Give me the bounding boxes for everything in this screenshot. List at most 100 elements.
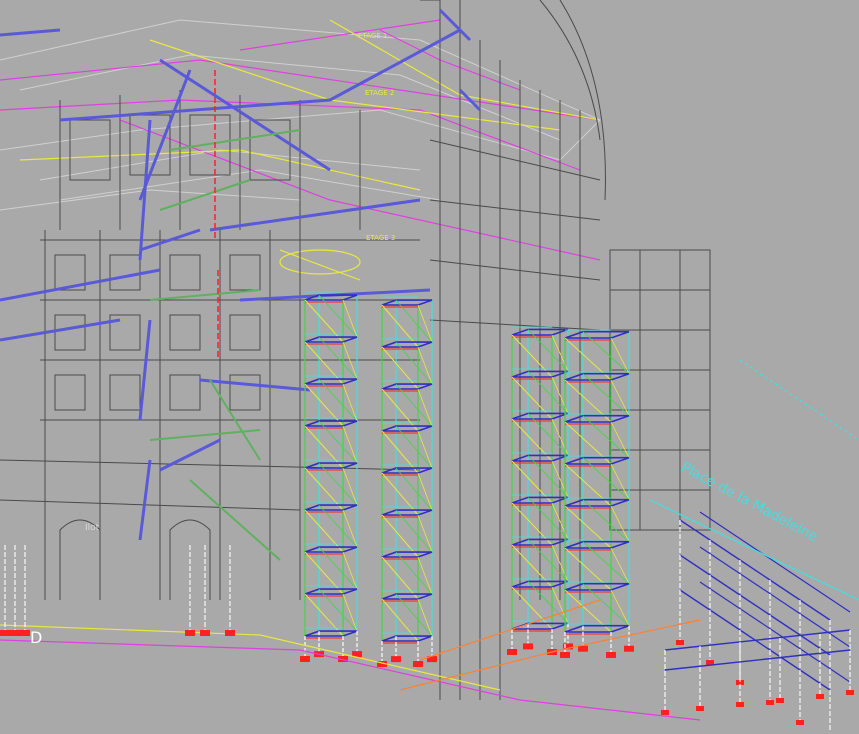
tower-b-deck <box>381 341 433 348</box>
tower-a-brace <box>318 420 358 464</box>
tower-a-brace <box>342 341 358 380</box>
tower-a-brace <box>342 593 358 632</box>
tower-a-brace <box>304 593 344 637</box>
tower-b-brace <box>417 304 433 343</box>
tower-b-base-plate <box>413 661 423 667</box>
red-guide <box>214 70 219 360</box>
corner-base-plate <box>796 720 804 725</box>
tower-d-brace <box>610 589 630 626</box>
left-base-plate <box>225 630 235 636</box>
tower-a-deck <box>304 630 358 637</box>
tower-d-base-plate <box>624 645 634 652</box>
steel-frame-blue <box>0 8 482 541</box>
corner-front-deck <box>664 649 851 671</box>
tower-d-deck <box>564 372 630 381</box>
tower-a-brace <box>304 509 344 553</box>
tower-a-brace <box>318 546 358 590</box>
tower-b-deck <box>381 551 433 558</box>
tower-b-brace <box>395 467 433 511</box>
tower-d-deck <box>564 330 630 339</box>
tower-a-deck <box>304 462 358 469</box>
tower-a-brace <box>304 467 344 511</box>
tower-b-brace <box>417 388 433 427</box>
tower-d-brace <box>610 421 630 458</box>
tower-b-base-plate <box>391 656 401 663</box>
tower-b-brace <box>381 430 419 474</box>
facade-label: Ilot <box>85 523 100 533</box>
tower-b-brace <box>417 430 433 469</box>
tower-b-brace <box>417 556 433 595</box>
tower-d-brace <box>610 463 630 500</box>
tower-d-base-plate <box>606 652 616 658</box>
tower-a-brace <box>342 509 358 548</box>
tower-a-brace <box>318 378 358 422</box>
adjacent-building <box>609 249 711 531</box>
tower-b-deck <box>381 383 433 390</box>
corner-scaffold <box>661 511 854 734</box>
tower-b-brace <box>381 556 419 600</box>
tower-d-brace <box>610 337 630 374</box>
tower-d-brace <box>610 505 630 542</box>
tower-a-brace <box>318 588 358 632</box>
tower-b-brace <box>395 593 433 637</box>
tower-b-brace <box>395 425 433 469</box>
tower-a-brace <box>304 425 344 469</box>
tower-b-brace <box>417 598 433 637</box>
scaffold-3d-model: D Place de la Madeleine ETAGE 1 ETAGE 2 … <box>0 0 859 734</box>
tower-b-deck <box>381 593 433 600</box>
tower-a-brace <box>304 551 344 595</box>
site-boundary <box>0 359 859 721</box>
roof-label-c: ETAGE 3 <box>366 234 395 242</box>
tower-b-deck <box>381 425 433 432</box>
scaffold-tower-a <box>300 291 362 662</box>
scaffold-tower-c <box>507 326 573 655</box>
tower-d-deck <box>564 414 630 423</box>
left-scaffold-base <box>0 545 235 636</box>
tower-a-brace <box>342 551 358 590</box>
left-base-plate <box>10 630 20 636</box>
corner-base-plate <box>766 700 774 705</box>
tower-b-brace <box>381 304 419 348</box>
tower-b-brace <box>417 346 433 385</box>
tower-c-base-plate <box>523 643 533 650</box>
tower-a-brace <box>342 299 358 338</box>
tower-b-brace <box>417 514 433 553</box>
tower-c-base-plate <box>507 649 517 655</box>
tower-a-brace <box>318 462 358 506</box>
roof-label-b: ETAGE 2 <box>365 89 394 97</box>
tower-a-deck <box>304 504 358 511</box>
tower-b-deck <box>381 635 433 642</box>
corner-base-plate <box>816 694 824 699</box>
tower-b-brace <box>395 509 433 553</box>
tower-b-brace <box>395 551 433 595</box>
tower-b-brace <box>381 514 419 558</box>
left-base-plate <box>200 630 210 636</box>
tower-a-deck <box>304 420 358 427</box>
tower-b-brace <box>381 388 419 432</box>
tower-b-brace <box>381 346 419 390</box>
tower-b-brace <box>395 341 433 385</box>
tower-d-base-plate <box>560 652 570 658</box>
corner-base-plate <box>776 698 784 703</box>
tower-a-deck <box>304 588 358 595</box>
tower-d-deck <box>564 498 630 507</box>
tower-b-brace <box>417 472 433 511</box>
tower-d-deck <box>564 540 630 549</box>
tower-d-deck <box>564 582 630 591</box>
tower-a-deck <box>304 336 358 343</box>
corner-base-plate <box>661 710 669 715</box>
corner-base-plate <box>676 640 684 645</box>
tower-a-brace <box>342 425 358 464</box>
tower-a-brace <box>304 299 344 343</box>
corner-base-plate <box>736 702 744 707</box>
tower-b-brace <box>395 299 433 343</box>
cad-3d-viewport[interactable]: D Place de la Madeleine ETAGE 1 ETAGE 2 … <box>0 0 859 734</box>
corner-front-deck <box>664 629 851 651</box>
corner-base-plate <box>696 706 704 711</box>
tower-a-brace <box>318 294 358 338</box>
axis-marker-d: D <box>30 628 42 647</box>
tower-a-brace <box>342 383 358 422</box>
tower-a-brace <box>318 336 358 380</box>
tower-a-base-plate <box>300 656 310 662</box>
tower-a-brace <box>342 467 358 506</box>
